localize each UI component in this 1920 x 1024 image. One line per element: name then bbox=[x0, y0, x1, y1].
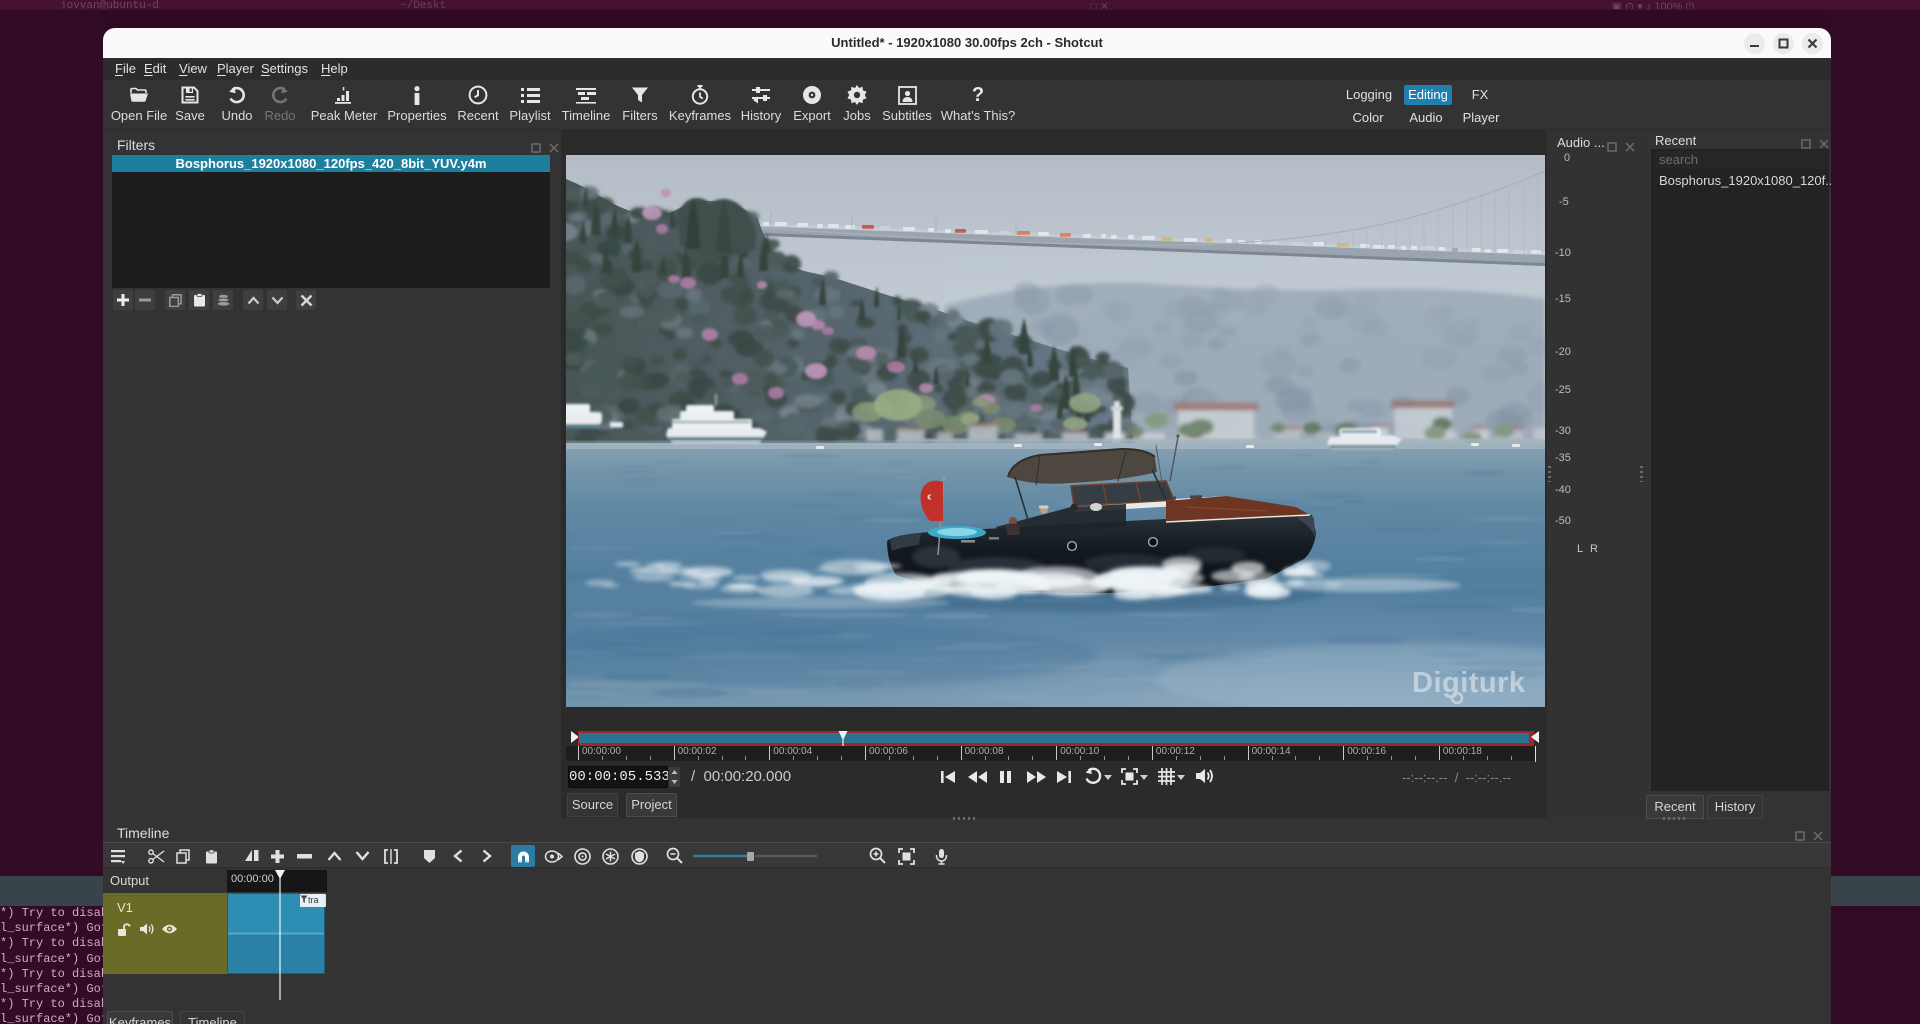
svg-text:Digiturk: Digiturk bbox=[1412, 667, 1526, 699]
